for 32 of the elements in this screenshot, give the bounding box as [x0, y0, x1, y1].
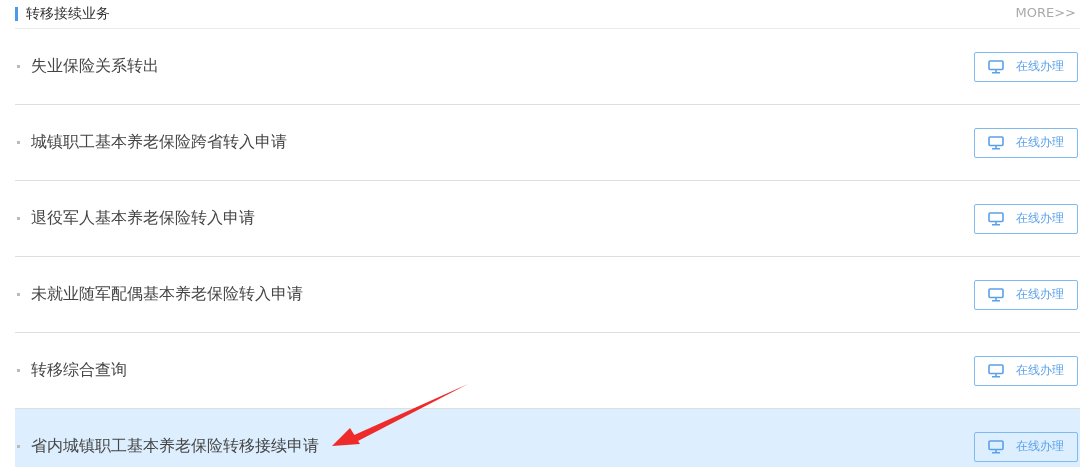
more-link[interactable]: MORE>>: [1015, 5, 1080, 20]
online-handle-button[interactable]: 在线办理: [974, 355, 1078, 386]
title-accent-bar: [15, 7, 18, 21]
bullet-icon: [17, 293, 20, 296]
monitor-icon: [988, 363, 1004, 378]
online-handle-button[interactable]: 在线办理: [974, 127, 1078, 158]
service-name: 省内城镇职工基本养老保险转移接续申请: [31, 436, 320, 457]
online-handle-button[interactable]: 在线办理: [974, 51, 1078, 82]
online-handle-button[interactable]: 在线办理: [974, 431, 1078, 462]
service-name: 城镇职工基本养老保险跨省转入申请: [31, 132, 288, 153]
service-name: 未就业随军配偶基本养老保险转入申请: [31, 284, 304, 305]
bullet-icon: [17, 217, 20, 220]
service-name: 转移综合查询: [31, 360, 128, 381]
bullet-icon: [17, 141, 20, 144]
service-row[interactable]: 城镇职工基本养老保险跨省转入申请 在线办理: [15, 105, 1080, 181]
service-row[interactable]: 省内城镇职工基本养老保险转移接续申请 在线办理: [15, 409, 1080, 467]
service-row[interactable]: 退役军人基本养老保险转入申请 在线办理: [15, 181, 1080, 257]
service-name: 退役军人基本养老保险转入申请: [31, 208, 256, 229]
online-handle-button[interactable]: 在线办理: [974, 279, 1078, 310]
service-row[interactable]: 失业保险关系转出 在线办理: [15, 29, 1080, 105]
monitor-icon: [988, 287, 1004, 302]
bullet-icon: [17, 445, 20, 448]
section-title: 转移接续业务: [26, 5, 110, 23]
monitor-icon: [988, 439, 1004, 454]
monitor-icon: [988, 59, 1004, 74]
service-name: 失业保险关系转出: [31, 56, 160, 77]
service-row[interactable]: 未就业随军配偶基本养老保险转入申请 在线办理: [15, 257, 1080, 333]
bullet-icon: [17, 65, 20, 68]
online-handle-button[interactable]: 在线办理: [974, 203, 1078, 234]
monitor-icon: [988, 211, 1004, 226]
monitor-icon: [988, 135, 1004, 150]
bullet-icon: [17, 369, 20, 372]
